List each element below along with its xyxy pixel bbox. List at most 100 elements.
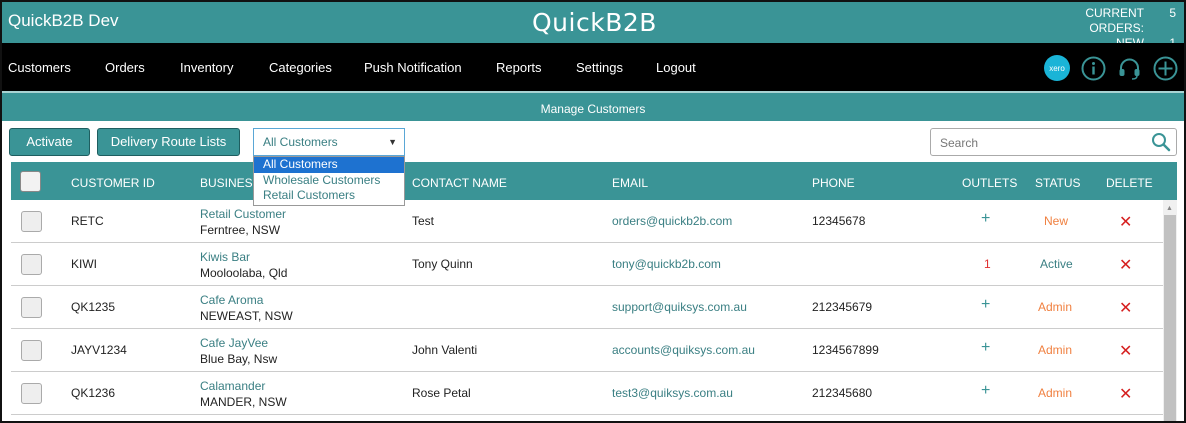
quickb2b-logo: QuickB2B (532, 8, 657, 37)
col-email[interactable]: EMAIL (612, 176, 648, 190)
delete-icon[interactable]: ✕ (1119, 212, 1132, 232)
nav-customers[interactable]: Customers (8, 60, 71, 75)
app-window: QuickB2B Dev QuickB2B CURRENT ORDERS: 5 … (0, 0, 1186, 423)
phone: 1234567899 (812, 343, 879, 357)
row-checkbox[interactable] (21, 211, 42, 232)
customer-filter-dropdown: All Customers Wholesale Customers Retail… (253, 156, 405, 206)
row-checkbox[interactable] (21, 340, 42, 361)
nav-settings[interactable]: Settings (576, 60, 623, 75)
table-row: JAYV1234 Cafe JayVee Blue Bay, Nsw John … (11, 329, 1163, 372)
business-location: NEWEAST, NSW (200, 309, 293, 323)
status-badge[interactable]: Admin (1038, 300, 1072, 314)
chevron-down-icon: ▼ (388, 137, 397, 147)
search-icon[interactable] (1151, 132, 1171, 157)
col-status: STATUS (1035, 176, 1081, 190)
delete-icon[interactable]: ✕ (1119, 298, 1132, 318)
contact-name: Test (412, 214, 435, 228)
nav-inventory[interactable]: Inventory (180, 60, 233, 75)
xero-icon[interactable]: xero (1044, 55, 1070, 81)
table-body: RETC Retail Customer Ferntree, NSW Test … (11, 200, 1163, 421)
top-bar: QuickB2B Dev QuickB2B CURRENT ORDERS: 5 … (2, 2, 1184, 65)
col-business[interactable]: BUSINESS (200, 176, 261, 190)
nav-icon-group: xero (1044, 55, 1178, 81)
current-orders-row: CURRENT ORDERS: 5 (1048, 6, 1176, 36)
nav-logout[interactable]: Logout (656, 60, 696, 75)
delivery-route-lists-button[interactable]: Delivery Route Lists (97, 128, 240, 156)
email-link[interactable]: accounts@quiksys.com.au (612, 343, 755, 357)
status-badge[interactable]: Admin (1038, 343, 1072, 357)
col-contact-name[interactable]: CONTACT NAME (412, 176, 507, 190)
table-header: CUSTOMER ID BUSINESS CONTACT NAME EMAIL … (11, 162, 1177, 200)
customer-id: JAYV1234 (71, 343, 127, 357)
table-row: QK1235 Cafe Aroma NEWEAST, NSW support@q… (11, 286, 1163, 329)
customer-id: QK1235 (71, 300, 116, 314)
activate-button[interactable]: Activate (9, 128, 90, 156)
row-checkbox[interactable] (21, 254, 42, 275)
email-link[interactable]: support@quiksys.com.au (612, 300, 747, 314)
status-badge[interactable]: New (1044, 214, 1068, 228)
business-location: Ferntree, NSW (200, 223, 281, 237)
table-scrollbar[interactable]: ▲ (1163, 200, 1177, 421)
current-orders-value: 5 (1169, 6, 1176, 20)
phone: 212345680 (812, 386, 873, 400)
nav-push-notification[interactable]: Push Notification (364, 60, 462, 75)
email-link[interactable]: test3@quiksys.com.au (612, 386, 733, 400)
delete-icon[interactable]: ✕ (1119, 255, 1132, 275)
headset-icon[interactable] (1117, 56, 1142, 81)
status-badge[interactable]: Active (1040, 257, 1073, 271)
nav-orders[interactable]: Orders (105, 60, 145, 75)
contact-name: Tony Quinn (412, 257, 473, 271)
business-name-link[interactable]: Retail Customer (200, 207, 286, 221)
status-badge[interactable]: Admin (1038, 386, 1072, 400)
customer-filter-select[interactable]: All Customers ▼ (253, 128, 405, 156)
page-title: Manage Customers (2, 91, 1184, 121)
row-checkbox[interactable] (21, 383, 42, 404)
email-link[interactable]: orders@quickb2b.com (612, 214, 732, 228)
customer-filter-value: All Customers (263, 135, 338, 149)
nav-reports[interactable]: Reports (496, 60, 542, 75)
business-location: Blue Bay, Nsw (200, 352, 278, 366)
filter-option-wholesale[interactable]: Wholesale Customers (254, 173, 404, 189)
info-icon[interactable] (1081, 56, 1106, 81)
add-outlet-icon[interactable]: + (981, 339, 990, 357)
select-all-checkbox[interactable] (20, 171, 41, 192)
filter-option-retail[interactable]: Retail Customers (254, 188, 404, 204)
customer-id: QK1236 (71, 386, 116, 400)
main-nav: Customers Orders Inventory Categories Pu… (2, 43, 1184, 91)
row-checkbox[interactable] (21, 297, 42, 318)
col-customer-id[interactable]: CUSTOMER ID (71, 176, 155, 190)
contact-name: Rose Petal (412, 386, 471, 400)
add-circle-icon[interactable] (1153, 56, 1178, 81)
outlet-count[interactable]: 1 (984, 257, 991, 271)
business-name-link[interactable]: Calamander (200, 379, 265, 393)
scrollbar-thumb[interactable] (1164, 215, 1176, 421)
table-row: QK1236 Calamander MANDER, NSW Rose Petal… (11, 372, 1163, 415)
delete-icon[interactable]: ✕ (1119, 341, 1132, 361)
phone: 212345679 (812, 300, 873, 314)
business-location: MANDER, NSW (200, 395, 287, 409)
business-name-link[interactable]: Cafe Aroma (200, 293, 263, 307)
customer-id: RETC (71, 214, 104, 228)
business-name-link[interactable]: Cafe JayVee (200, 336, 268, 350)
app-name: QuickB2B Dev (8, 11, 119, 30)
business-location: Mooloolaba, Qld (200, 266, 288, 280)
add-outlet-icon[interactable]: + (981, 296, 990, 314)
business-name-link[interactable]: Kiwis Bar (200, 250, 250, 264)
email-link[interactable]: tony@quickb2b.com (612, 257, 721, 271)
col-phone[interactable]: PHONE (812, 176, 855, 190)
delete-icon[interactable]: ✕ (1119, 384, 1132, 404)
scroll-up-icon[interactable]: ▲ (1166, 205, 1173, 212)
search-input[interactable] (940, 134, 1140, 151)
filter-option-all[interactable]: All Customers (254, 157, 404, 173)
customer-id: KIWI (71, 257, 97, 271)
search-box (930, 128, 1177, 156)
nav-categories[interactable]: Categories (269, 60, 332, 75)
col-delete: DELETE (1106, 176, 1153, 190)
col-outlets: OUTLETS (962, 176, 1018, 190)
current-orders-label: CURRENT ORDERS: (1085, 6, 1144, 35)
phone: 12345678 (812, 214, 866, 228)
add-outlet-icon[interactable]: + (981, 382, 990, 400)
add-outlet-icon[interactable]: + (981, 210, 990, 228)
table-row: RETC Retail Customer Ferntree, NSW Test … (11, 200, 1163, 243)
table-row: KIWI Kiwis Bar Mooloolaba, Qld Tony Quin… (11, 243, 1163, 286)
